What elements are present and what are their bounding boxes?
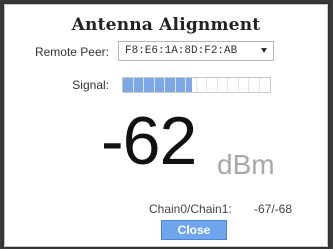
- signal-segment: [186, 78, 197, 92]
- signal-segment: [134, 78, 144, 92]
- chain-values: -67/-68: [254, 202, 293, 216]
- rssi-unit: dBm: [217, 149, 275, 180]
- remote-peer-label: Remote Peer:: [34, 45, 109, 59]
- rssi-value: -62: [101, 103, 197, 179]
- signal-segment: [165, 78, 176, 92]
- close-button[interactable]: Close: [161, 220, 227, 240]
- signal-segment: [218, 78, 228, 92]
- chevron-down-icon: [261, 48, 267, 53]
- signal-segment: [144, 78, 155, 92]
- chain-label: Chain0/Chain1:: [149, 202, 232, 216]
- antenna-alignment-dialog: Antenna Alignment Remote Peer: F8:E6:1A:…: [4, 4, 328, 247]
- remote-peer-value: F8:E6:1A:8D:F2:AB: [125, 45, 238, 57]
- signal-segment: [155, 78, 165, 92]
- signal-label: Signal:: [72, 78, 109, 92]
- signal-segment: [197, 78, 207, 92]
- signal-segment: [228, 78, 239, 92]
- signal-segments: [123, 78, 270, 92]
- signal-segment: [239, 78, 249, 92]
- signal-segment: [260, 78, 271, 92]
- signal-meter: [122, 77, 271, 93]
- signal-segment: [207, 78, 218, 92]
- signal-segment: [123, 78, 134, 92]
- signal-segment: [249, 78, 260, 92]
- signal-segment: [176, 78, 186, 92]
- remote-peer-select[interactable]: F8:E6:1A:8D:F2:AB: [118, 41, 274, 61]
- dialog-title: Antenna Alignment: [71, 15, 261, 35]
